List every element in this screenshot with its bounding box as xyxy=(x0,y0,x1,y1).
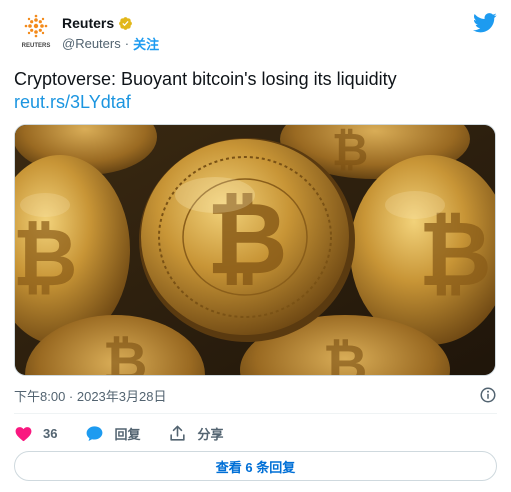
tweet-link[interactable]: reut.rs/3LYdtaf xyxy=(14,91,497,114)
view-replies-button[interactable]: 查看 6 条回复 xyxy=(14,451,497,481)
svg-text:₿: ₿ xyxy=(332,125,369,176)
tweet-media-image[interactable]: ₿ ₿ ₿ ₿ ₿ ₿ xyxy=(14,124,496,376)
tweet-text: Cryptoverse: Buoyant bitcoin's losing it… xyxy=(14,69,397,89)
svg-text:₿: ₿ xyxy=(323,332,368,376)
share-label: 分享 xyxy=(197,426,224,442)
info-icon[interactable] xyxy=(479,386,497,404)
share-button[interactable]: 分享 xyxy=(168,424,224,443)
heart-icon xyxy=(15,426,32,441)
reply-button[interactable]: 回复 xyxy=(85,424,140,443)
like-button[interactable]: 36 xyxy=(14,424,57,443)
view-replies-label: 查看 6 条回复 xyxy=(215,459,296,475)
bitcoin-coins-photo: ₿ ₿ ₿ ₿ ₿ ₿ xyxy=(15,125,495,376)
divider xyxy=(14,413,497,414)
author-handle[interactable]: @Reuters xyxy=(62,36,121,51)
tweet-body: Cryptoverse: Buoyant bitcoin's losing it… xyxy=(14,68,497,114)
twitter-bird-icon[interactable] xyxy=(473,12,497,34)
reply-label: 回复 xyxy=(114,426,141,442)
reply-bubble-icon xyxy=(87,425,103,441)
svg-text:₿: ₿ xyxy=(15,211,78,304)
svg-text:₿: ₿ xyxy=(418,202,491,307)
follow-button[interactable]: 关注 xyxy=(133,34,159,53)
svg-text:₿: ₿ xyxy=(103,329,148,376)
share-upload-icon xyxy=(170,425,186,441)
verified-badge-icon xyxy=(119,16,133,30)
reuters-logo-text: REUTERS xyxy=(22,43,51,49)
tweet-actions: 36 回复 分享 xyxy=(14,423,252,443)
author-info: Reuters @Reuters · 关注 xyxy=(62,15,159,53)
reuters-avatar[interactable]: REUTERS xyxy=(18,14,54,52)
separator-dot: · xyxy=(124,36,130,51)
like-count: 36 xyxy=(43,425,58,441)
reuters-logo-icon: REUTERS xyxy=(22,14,51,49)
author-display-name[interactable]: Reuters xyxy=(62,15,114,31)
tweet-header: REUTERS Reuters @Reuters · 关注 xyxy=(14,12,499,56)
timestamp-row: 下午8:00 · 2023年3月28日 xyxy=(14,386,497,404)
tweet-timestamp[interactable]: 下午8:00 · 2023年3月28日 xyxy=(14,386,166,405)
